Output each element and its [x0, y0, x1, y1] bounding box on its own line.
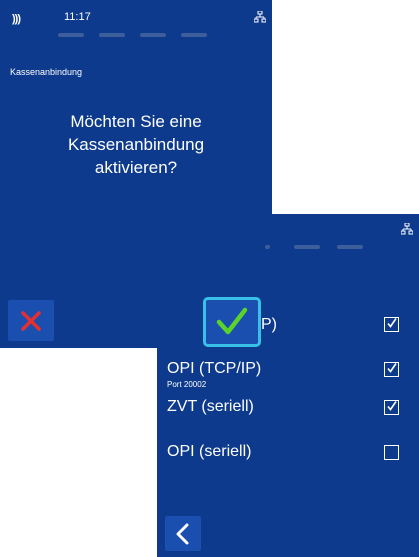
checkmark-icon [387, 401, 397, 411]
option-sublabel: Port 20002 [167, 380, 207, 389]
cancel-button[interactable] [8, 300, 54, 341]
close-icon [21, 311, 41, 331]
pin-dash [294, 245, 320, 249]
option-label: OPI (TCP/IP) [167, 360, 262, 377]
pin-dash [265, 245, 270, 249]
dialog-question: Möchten Sie eine Kassenanbindung aktivie… [0, 110, 272, 179]
question-line: Möchten Sie eine [70, 112, 202, 131]
options-screen: P) OPI (TCP/IP) Port 20002 ZVT (seriell)… [157, 214, 419, 557]
back-button[interactable] [165, 516, 201, 551]
pin-dash [140, 33, 166, 37]
pin-dash [181, 33, 207, 37]
chevron-left-icon [176, 523, 189, 545]
question-line: Kassenanbindung [67, 135, 205, 154]
status-time: 11:17 [64, 11, 91, 23]
check-icon [216, 307, 248, 335]
network-icon [253, 10, 267, 28]
network-icon [400, 222, 414, 240]
option-checkbox[interactable] [384, 362, 399, 377]
pin-dash [337, 245, 363, 249]
checkmark-icon [387, 363, 397, 373]
option-checkbox[interactable] [384, 400, 399, 415]
breadcrumb: Kassenanbindung [10, 67, 83, 77]
option-label: ZVT (seriell) [167, 398, 254, 415]
contactless-icon: ))) [12, 13, 21, 25]
option-checkbox[interactable] [384, 445, 399, 460]
option-label: OPI (seriell) [167, 443, 252, 460]
pin-dash [58, 33, 84, 37]
checkmark-icon [387, 318, 397, 328]
option-label: P) [261, 316, 277, 333]
question-line: aktivieren? [94, 158, 178, 177]
option-checkbox[interactable] [384, 317, 399, 332]
confirm-button[interactable] [203, 297, 261, 347]
pin-dash [99, 33, 125, 37]
